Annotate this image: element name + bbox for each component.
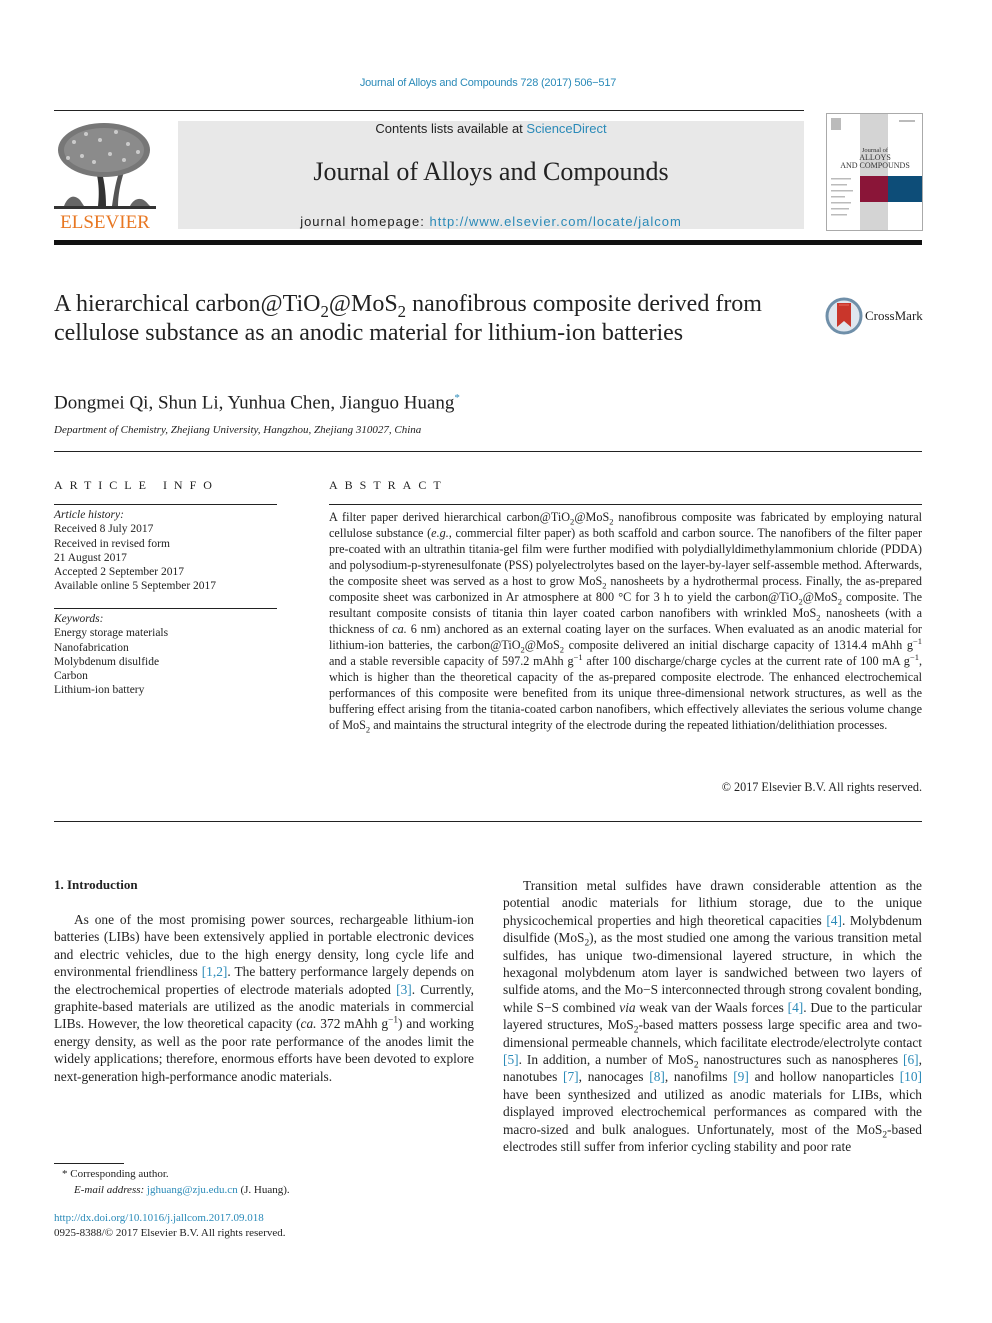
- reference-link[interactable]: [5]: [503, 1052, 519, 1067]
- elsevier-wordmark: ELSEVIER: [60, 212, 150, 233]
- reference-link[interactable]: [4]: [826, 913, 842, 928]
- corresponding-author-footnote: * Corresponding author. E-mail address: …: [62, 1166, 290, 1198]
- elsevier-tree-icon: [54, 123, 156, 209]
- affiliation: Department of Chemistry, Zhejiang Univer…: [54, 424, 422, 436]
- title-divider: [54, 451, 922, 452]
- keyword-item: Energy storage materials: [54, 627, 169, 640]
- author-email-link[interactable]: jghuang@zju.edu.cn: [147, 1184, 238, 1196]
- history-item: 21 August 2017: [54, 551, 127, 564]
- keyword-item: Lithium-ion battery: [54, 684, 145, 697]
- reference-link[interactable]: [6]: [903, 1052, 919, 1067]
- abstract-rule: [329, 504, 922, 505]
- journal-name: Journal of Alloys and Compounds: [313, 157, 669, 186]
- reference-link[interactable]: [4]: [788, 1000, 804, 1015]
- abstract-body: A filter paper derived hierarchical carb…: [329, 510, 923, 735]
- history-item: Received 8 July 2017: [54, 523, 154, 536]
- journal-cover-image: Journal of ALLOYS AND COMPOUNDS: [827, 114, 922, 230]
- footnote-rule: [54, 1163, 124, 1164]
- article-history: Article history: Received 8 July 2017 Re…: [54, 508, 216, 594]
- history-label: Article history:: [54, 509, 124, 521]
- article-info-rule: [54, 504, 277, 505]
- reference-link[interactable]: [8]: [649, 1069, 665, 1084]
- keywords: Keywords: Energy storage materials Nanof…: [54, 612, 168, 698]
- journal-masthead: Contents lists available at ScienceDirec…: [178, 121, 804, 229]
- doi-block: http://dx.doi.org/10.1016/j.jallcom.2017…: [54, 1211, 286, 1241]
- contents-prefix: Contents lists available at: [375, 121, 527, 136]
- crossmark-button[interactable]: CrossMark: [825, 297, 925, 335]
- keywords-label: Keywords:: [54, 613, 104, 625]
- footnote-marker: *: [62, 1168, 68, 1180]
- section-heading-introduction: 1. Introduction: [54, 877, 138, 892]
- keyword-item: Carbon: [54, 670, 88, 683]
- article-title: A hierarchical carbon@TiO2@MoS2 nanofibr…: [54, 291, 762, 346]
- journal-homepage-link[interactable]: http://www.elsevier.com/locate/jalcom: [430, 214, 682, 229]
- keyword-item: Nanofabrication: [54, 641, 129, 654]
- keyword-item: Molybdenum disulfide: [54, 655, 160, 668]
- crossmark-icon: [825, 297, 863, 335]
- header-top-rule: [54, 110, 804, 111]
- header-thick-rule: [54, 240, 922, 245]
- reference-link[interactable]: [1,2]: [202, 964, 228, 979]
- corresponding-label: Corresponding author.: [70, 1168, 169, 1180]
- corresponding-author-marker[interactable]: *: [454, 392, 460, 404]
- abstract-heading: ABSTRACT: [329, 478, 448, 492]
- email-label: E-mail address:: [74, 1184, 147, 1196]
- doi-link[interactable]: http://dx.doi.org/10.1016/j.jallcom.2017…: [54, 1212, 264, 1224]
- author-list: Dongmei Qi, Shun Li, Yunhua Chen, Jiangu…: [54, 392, 460, 414]
- abstract-copyright: © 2017 Elsevier B.V. All rights reserved…: [721, 780, 922, 794]
- email-suffix: (J. Huang).: [237, 1184, 290, 1196]
- history-item: Received in revised form: [54, 537, 170, 550]
- reference-link[interactable]: [3]: [396, 982, 412, 997]
- abstract-divider: [54, 821, 922, 822]
- homepage-prefix: journal homepage:: [300, 214, 430, 229]
- sciencedirect-link[interactable]: ScienceDirect: [526, 121, 606, 136]
- svg-text:AND COMPOUNDS: AND COMPOUNDS: [840, 161, 910, 170]
- author-names: Dongmei Qi, Shun Li, Yunhua Chen, Jiangu…: [54, 392, 455, 414]
- crossmark-label: CrossMark: [865, 308, 923, 323]
- keywords-rule: [54, 608, 277, 609]
- intro-paragraph-2: Transition metal sulfides have drawn con…: [503, 878, 923, 1155]
- history-item: Available online 5 September 2017: [54, 580, 217, 593]
- homepage-line: journal homepage: http://www.elsevier.co…: [178, 214, 804, 229]
- issn-copyright: 0925-8388/© 2017 Elsevier B.V. All right…: [54, 1227, 286, 1239]
- intro-paragraph-1: As one of the most promising power sourc…: [54, 912, 475, 1084]
- elsevier-logo[interactable]: ELSEVIER: [54, 120, 156, 233]
- reference-link[interactable]: [7]: [563, 1069, 579, 1084]
- article-info-heading: ARTICLE INFO: [54, 478, 219, 492]
- journal-cover-thumbnail[interactable]: Journal of ALLOYS AND COMPOUNDS: [826, 113, 923, 231]
- journal-citation-link[interactable]: Journal of Alloys and Compounds 728 (201…: [0, 77, 976, 89]
- reference-link[interactable]: [10]: [900, 1069, 922, 1084]
- history-item: Accepted 2 September 2017: [54, 566, 184, 579]
- contents-line: Contents lists available at ScienceDirec…: [178, 121, 804, 136]
- reference-link[interactable]: [9]: [733, 1069, 749, 1084]
